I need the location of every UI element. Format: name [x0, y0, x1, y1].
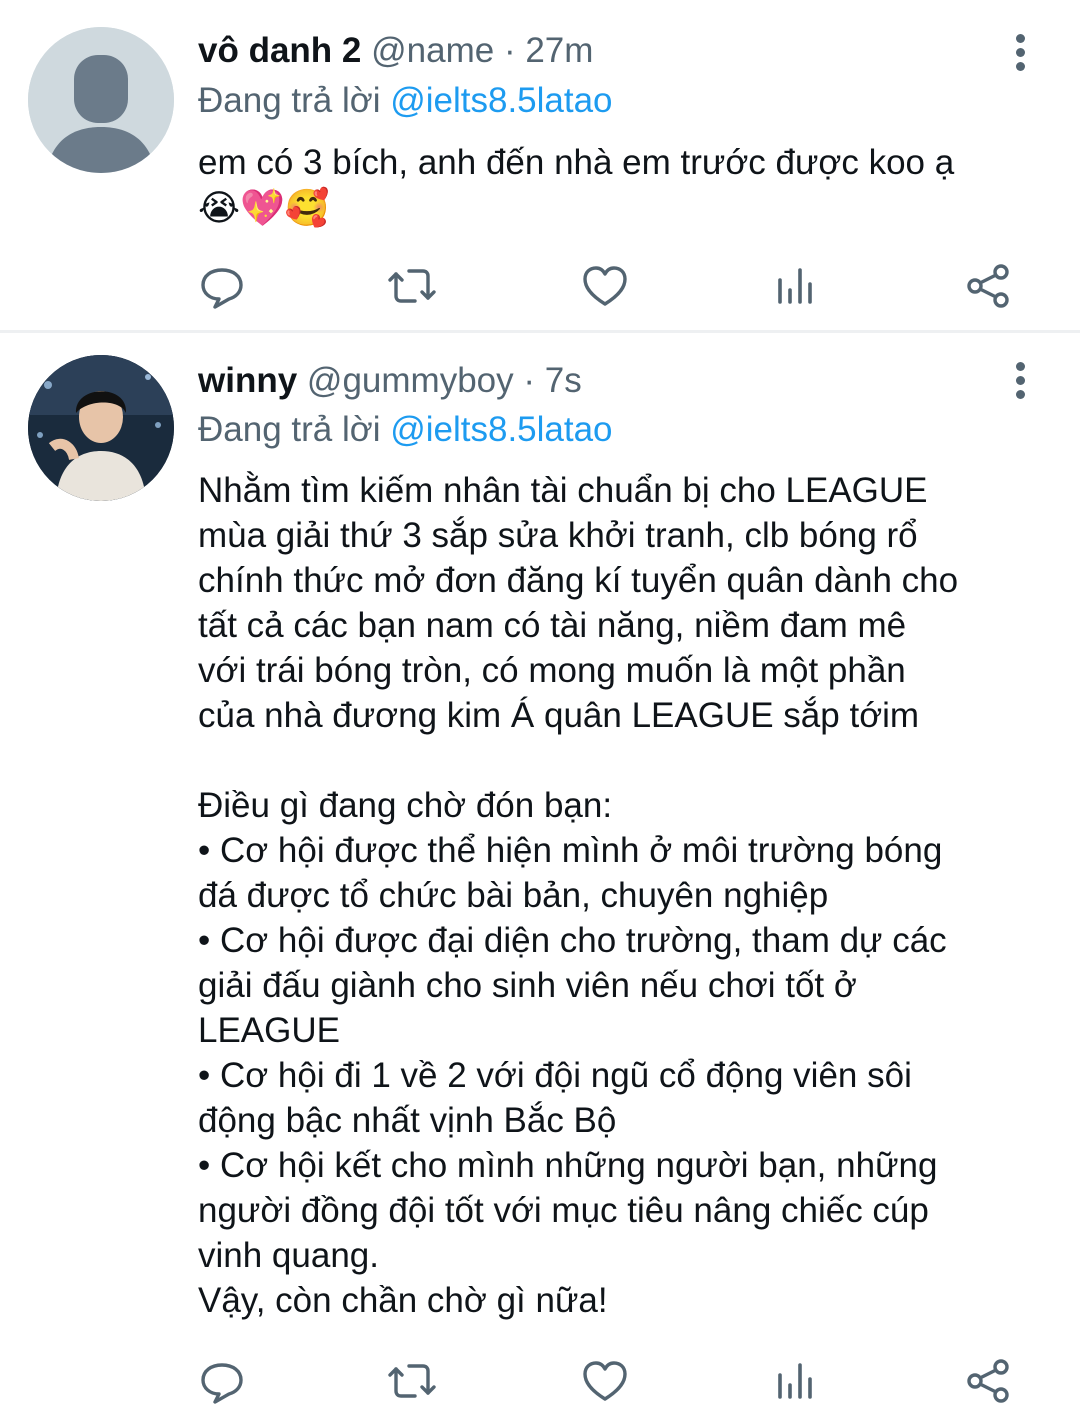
retweet-icon[interactable] [386, 256, 438, 316]
separator: · [523, 361, 536, 400]
tweet-text: em có 3 bích, anh đến nhà em trước được … [198, 140, 1058, 232]
profile-photo [28, 355, 174, 501]
mention-link[interactable]: @ielts8.5latao [390, 81, 612, 120]
tweet-header: vô danh 2 @name · 27m [198, 24, 1000, 78]
tweet-header: winny @gummyboy · 7s [198, 354, 1000, 408]
emoji-sequence: 😭💖🥰 [198, 188, 330, 229]
display-name[interactable]: winny [198, 361, 297, 400]
user-handle[interactable]: @gummyboy [307, 361, 514, 400]
share-icon[interactable] [963, 1351, 1015, 1411]
display-name[interactable]: vô danh 2 [198, 31, 361, 70]
like-icon[interactable] [579, 1351, 631, 1411]
avatar[interactable] [28, 355, 174, 501]
replying-to-label: Đang trả lời [198, 410, 391, 449]
analytics-icon[interactable] [771, 1351, 823, 1411]
reply-icon[interactable] [196, 1351, 248, 1411]
tweet-text-content: em có 3 bích, anh đến nhà em trước được … [198, 143, 955, 182]
default-avatar-icon [28, 27, 174, 173]
timestamp[interactable]: 7s [545, 361, 582, 400]
timestamp[interactable]: 27m [525, 31, 593, 70]
reply-icon[interactable] [196, 256, 248, 316]
tweet-actions [0, 1351, 1080, 1411]
replying-to: Đang trả lời @ielts8.5latao [198, 76, 613, 126]
separator: · [503, 31, 516, 70]
tweet[interactable]: winny @gummyboy · 7s Đang trả lời @ielts… [0, 333, 1080, 1424]
tweet-actions [0, 256, 1080, 316]
tweet[interactable]: vô danh 2 @name · 27m Đang trả lời @ielt… [0, 0, 1080, 330]
replying-to-label: Đang trả lời [198, 81, 391, 120]
mention-link[interactable]: @ielts8.5latao [390, 410, 612, 449]
more-options-icon[interactable] [1000, 24, 1042, 80]
tweet-text: Nhằm tìm kiếm nhân tài chuẩn bị cho LEAG… [198, 471, 959, 1320]
user-handle[interactable]: @name [371, 31, 494, 70]
more-options-icon[interactable] [1000, 352, 1042, 408]
retweet-icon[interactable] [386, 1351, 438, 1411]
share-icon[interactable] [963, 256, 1015, 316]
replying-to: Đang trả lời @ielts8.5latao [198, 405, 613, 455]
analytics-icon[interactable] [771, 256, 823, 316]
like-icon[interactable] [579, 256, 631, 316]
avatar[interactable] [28, 27, 174, 173]
